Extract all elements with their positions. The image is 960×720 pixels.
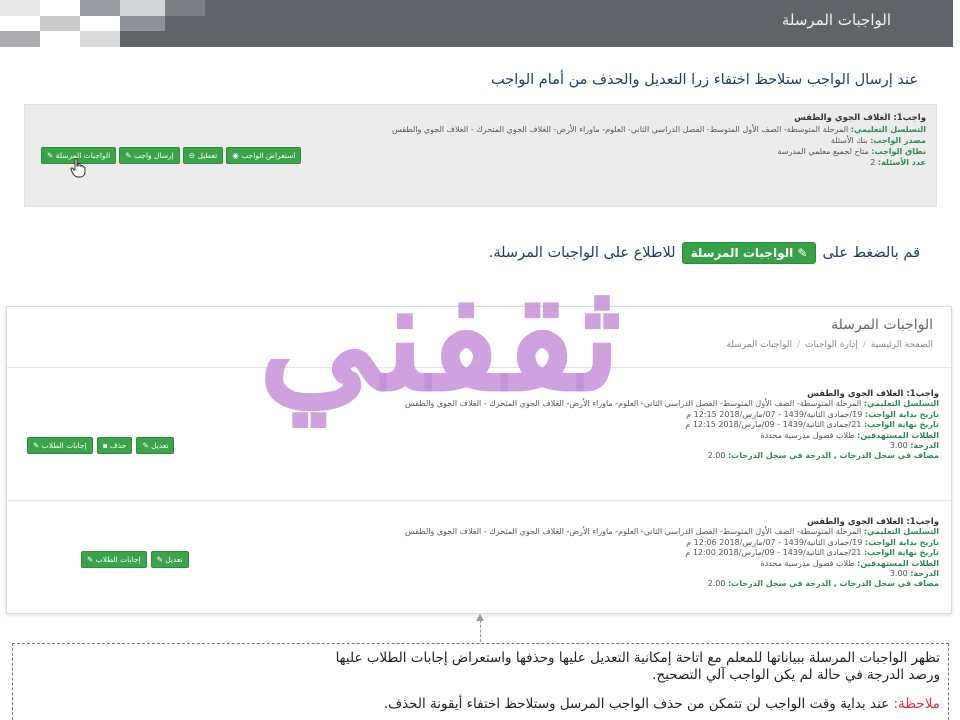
homework-title: واجب1: الغلاف الجوي والطقس xyxy=(807,389,939,399)
checker-decoration xyxy=(0,0,210,47)
edit-icon: ✎ xyxy=(156,555,166,564)
detail-gradebook: مضاف في سجل الدرجات , الدرجة في سجل الدر… xyxy=(707,579,939,589)
edit-icon: ✎ xyxy=(87,555,96,564)
homework-preview-panel: واجب1: الغلاف الجوي والطقس التسلسل التعل… xyxy=(24,104,937,207)
homework-title: واجب1: الغلاف الجوي والطقس xyxy=(807,517,939,527)
edit-icon: ✎ xyxy=(793,246,808,260)
divider xyxy=(7,367,951,368)
hand-pointer-icon xyxy=(70,158,86,178)
instruction-line: قم بالضغط على ✎ الواجبات المرسلة للاطلاع… xyxy=(489,242,920,264)
detail-end: تاريخ نهاية الواجب: 21/جمادى الثانية/143… xyxy=(685,420,939,430)
breadcrumb-current: الواجبات المرسلة xyxy=(726,340,792,350)
homework-card-actions: ✎ تعديل ▪ حذف ✎ إجابات الطلاب xyxy=(27,437,175,454)
detail-start: تاريخ بداية الواجب: 19/جمادى الثانية/143… xyxy=(686,537,939,547)
instruction-before: قم بالضغط على xyxy=(822,245,920,261)
detail-source: مصدر الواجب: بنك الأسئلة xyxy=(830,136,926,145)
homework-card: واجب1: الغلاف الجوي والطقس التسلسل التعل… xyxy=(7,503,951,629)
note-line-1: تظهر الواجبات المرسلة ببياناتها للمعلم م… xyxy=(335,650,940,666)
detail-sequence: التسلسل التعليمي: المرحلة المتوسطة- الصف… xyxy=(392,125,926,134)
detail-sequence: التسلسل التعليمي: المرحلة المتوسطة- الصف… xyxy=(405,399,939,409)
sent-homework-button-large[interactable]: ✎ الواجبات المرسلة xyxy=(681,242,817,264)
disable-button[interactable]: ⊖ تعطيل xyxy=(182,147,224,164)
breadcrumb-home[interactable]: الصفحة الرئيسية xyxy=(871,340,933,350)
page-title: الواجبات المرسلة xyxy=(831,317,933,333)
detail-grade: الدرجة: 3.00 xyxy=(889,441,939,451)
detail-question-count: عدد الأسئلة: 2 xyxy=(870,158,926,167)
delete-button[interactable]: ▪ حذف xyxy=(96,437,133,454)
detail-scope: نطاق الواجب: متاح لجميع معلمي المدرسة xyxy=(777,147,927,156)
detail-start: تاريخ بداية الواجب: 19/جمادى الثانية/143… xyxy=(686,409,939,419)
edit-button[interactable]: ✎ تعديل xyxy=(136,437,175,454)
detail-students: الطلاب المستهدفين: طلاب فصول مدرسية محدد… xyxy=(760,558,939,568)
detail-gradebook: مضاف في سجل الدرجات , الدرجة في سجل الدر… xyxy=(707,451,939,461)
view-homework-button[interactable]: ◉ استعراض الواجب xyxy=(226,147,302,164)
banner-title: الواجبات المرسلة xyxy=(781,11,891,29)
edit-icon: ✎ xyxy=(142,441,152,450)
detail-grade: الدرجة: 3.00 xyxy=(889,569,939,579)
homework-card-details: واجب1: الغلاف الجوي والطقس التسلسل التعل… xyxy=(279,517,939,590)
edit-icon: ✎ xyxy=(47,151,56,160)
edit-icon: ✎ xyxy=(33,441,42,450)
detail-students: الطلاب المستهدفين: طلاب فصول مدرسية محدد… xyxy=(760,430,939,440)
breadcrumb-homework-management[interactable]: إدارة الواجبات xyxy=(805,340,858,350)
top-banner: الواجبات المرسلة xyxy=(0,0,953,47)
homework-details: واجب1: الغلاف الجوي والطقس التسلسل التعل… xyxy=(366,113,926,168)
homework-card: واجب1: الغلاف الجوي والطقس التسلسل التعل… xyxy=(7,375,951,501)
student-answers-button[interactable]: ✎ إجابات الطلاب xyxy=(81,551,147,568)
homework-card-details: واجب1: الغلاف الجوي والطقس التسلسل التعل… xyxy=(279,389,939,462)
sent-homework-panel: الواجبات المرسلة الصفحة الرئيسية / إدارة… xyxy=(6,306,952,614)
edit-icon: ✎ xyxy=(125,151,134,160)
eye-icon: ◉ xyxy=(232,151,242,160)
edit-button[interactable]: ✎ تعديل xyxy=(150,551,189,568)
homework-card-actions: ✎ تعديل ✎ إجابات الطلاب xyxy=(81,551,189,568)
remark-text: عند بداية وقت الواجب لن تتمكن من حذف الو… xyxy=(383,696,890,712)
detail-end: تاريخ نهاية الواجب: 21/جمادى الثانية/143… xyxy=(685,548,939,558)
intro-text: عند إرسال الواجب ستلاحظ اختفاء زرا التعد… xyxy=(491,72,918,88)
homework-title: واجب1: الغلاف الجوي والطقس xyxy=(794,113,926,123)
breadcrumb: الصفحة الرئيسية / إدارة الواجبات / الواج… xyxy=(726,340,933,350)
detail-sequence: التسلسل التعليمي: المرحلة المتوسطة- الصف… xyxy=(405,527,939,537)
send-homework-button[interactable]: ✎ إرسال واجب xyxy=(119,147,180,164)
student-answers-button[interactable]: ✎ إجابات الطلاب xyxy=(27,437,93,454)
trash-icon: ▪ xyxy=(102,441,111,450)
note-remark: ملاحظة: عند بداية وقت الواجب لن تتمكن من… xyxy=(21,696,940,713)
explanation-note: تظهر الواجبات المرسلة ببياناتها للمعلم م… xyxy=(12,643,949,720)
instruction-after: للاطلاع على الواجبات المرسلة. xyxy=(488,245,676,261)
note-line-2: ورصد الدرجة في حالة لم يكن الواجب آلي ال… xyxy=(652,667,940,683)
arrow-connector xyxy=(480,620,481,642)
remark-label: ملاحظة: xyxy=(893,696,941,712)
